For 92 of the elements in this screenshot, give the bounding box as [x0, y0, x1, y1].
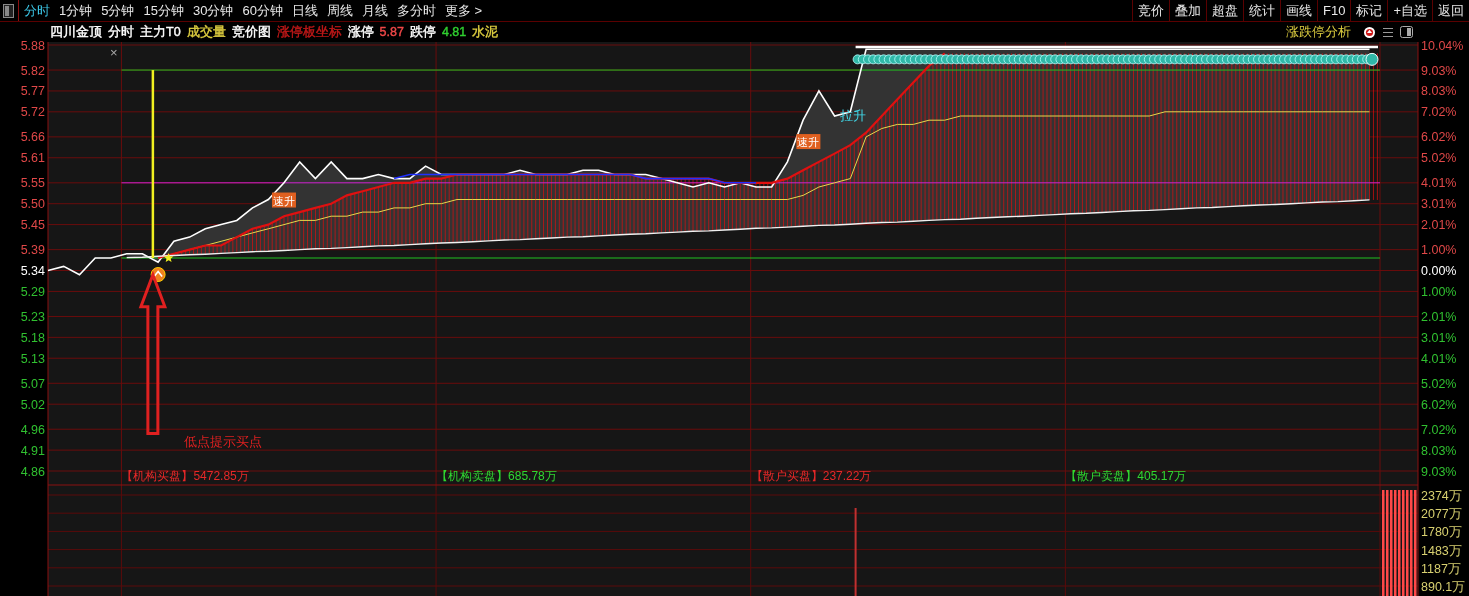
percent-axis-label: 7.02% [1421, 105, 1457, 120]
period-tab[interactable]: 日线 [291, 1, 318, 20]
price-axis-label: 4.86 [20, 464, 45, 479]
period-tab[interactable]: 30分钟 [192, 1, 234, 20]
percent-axis-label: 0.00% [1421, 264, 1457, 279]
period-tab[interactable]: 更多 > [444, 1, 483, 20]
order-flow-label: 【机构买盘】5472.85万 [121, 469, 249, 483]
price-axis-label: 5.66 [20, 130, 45, 145]
toolbar-button[interactable]: 竞价 [1132, 0, 1169, 21]
price-axis-label: 5.39 [20, 243, 45, 258]
volume-axis-label: 2077万 [1421, 507, 1462, 522]
percent-axis-label: 3.01% [1421, 197, 1457, 212]
info-label[interactable]: 成交量 [186, 23, 226, 41]
percent-axis-label: 3.01% [1421, 330, 1457, 345]
percent-axis-label: 2.01% [1421, 218, 1457, 233]
volume-axis-label: 1187万 [1421, 561, 1461, 576]
percent-axis-label: 7.02% [1421, 422, 1457, 437]
volume-axis-label: 890.1万 [1421, 580, 1466, 594]
period-tab[interactable]: 分时 [24, 1, 50, 20]
order-flow-label: 【散户买盘】237.22万 [750, 469, 872, 483]
price-axis-label: 5.72 [20, 105, 45, 120]
toolbar-button[interactable]: 标记 [1350, 0, 1388, 21]
price-axis-label: 5.34 [20, 264, 45, 279]
percent-axis-label: 1.00% [1421, 243, 1457, 258]
info-label[interactable]: 主力T0 [140, 23, 181, 41]
price-axis-label: 5.61 [20, 151, 45, 166]
price-axis-label: 5.29 [20, 284, 45, 299]
toolbar-button[interactable]: 画线 [1280, 0, 1317, 21]
toolbar-button[interactable]: 超盘 [1206, 0, 1243, 21]
price-axis-label: 5.45 [20, 218, 45, 233]
percent-axis-label: 9.03% [1421, 464, 1457, 479]
info-label[interactable]: 涨停 [347, 23, 374, 41]
percent-axis-label: 5.02% [1421, 376, 1457, 391]
info-label[interactable]: 涨停板坐标 [276, 23, 342, 41]
percent-axis-label: 10.04% [1421, 38, 1464, 53]
period-tab[interactable]: 15分钟 [143, 1, 184, 20]
period-tab[interactable]: 周线 [326, 1, 353, 20]
chart-annotation: 拉升 [839, 108, 866, 124]
percent-axis-label: 4.01% [1421, 351, 1457, 366]
volume-axis-label: 1483万 [1421, 543, 1462, 558]
period-tab[interactable]: 5分钟 [101, 1, 135, 20]
info-label[interactable]: 5.87 [379, 25, 404, 39]
price-axis-label: 5.13 [20, 351, 45, 366]
price-axis-label: 5.07 [20, 376, 45, 391]
price-axis-label: 5.50 [20, 197, 45, 212]
percent-axis-label: 1.00% [1421, 284, 1457, 299]
percent-axis-label: 8.03% [1421, 84, 1457, 99]
toolbar-button[interactable]: +自选 [1387, 0, 1432, 21]
percent-axis-label: 6.02% [1421, 130, 1457, 145]
period-tab[interactable]: 月线 [361, 1, 388, 20]
volume-axis-label: 2374万 [1421, 489, 1462, 503]
period-tab[interactable]: 1分钟 [59, 1, 93, 20]
price-axis-label: 4.91 [20, 443, 45, 458]
order-flow-label: 【机构卖盘】685.78万 [436, 469, 557, 483]
info-label[interactable]: 竞价图 [231, 23, 271, 41]
price-axis-label: 4.96 [20, 422, 45, 437]
speed-up-tag: 速升 [796, 134, 821, 150]
info-label[interactable]: 四川金顶 [50, 23, 102, 41]
percent-axis-label: 4.01% [1421, 176, 1457, 191]
price-axis-label: 5.77 [20, 84, 45, 99]
toolbar-button[interactable]: F10 [1317, 0, 1351, 21]
price-axis-label: 5.55 [20, 176, 45, 191]
price-axis-label: 5.23 [20, 309, 45, 324]
price-axis-label: 5.18 [20, 330, 45, 345]
info-label[interactable]: 跌停 [409, 23, 436, 41]
price-axis-label: 5.82 [20, 63, 45, 78]
toolbar-button[interactable]: 叠加 [1169, 0, 1206, 21]
toolbar-button[interactable]: 返回 [1432, 0, 1469, 21]
analysis-link[interactable]: 涨跌停分析 [1286, 23, 1351, 41]
toggle-icon[interactable] [1400, 26, 1413, 38]
chart-annotation: 低点提示买点 [184, 433, 263, 449]
percent-axis-label: 9.03% [1421, 63, 1457, 78]
info-label[interactable]: 分时 [108, 23, 134, 41]
buy-marker-icon [150, 267, 166, 283]
arrow-icon [138, 270, 168, 435]
info-label[interactable]: 水泥 [472, 23, 499, 41]
order-flow-label: 【散户卖盘】405.17万 [1065, 469, 1187, 483]
price-axis-label: 5.02 [20, 397, 45, 412]
close-button[interactable]: × [110, 45, 118, 60]
info-label[interactable]: 4.81 [441, 25, 467, 39]
panel-toggle-icon[interactable] [3, 3, 14, 18]
volume-axis-label: 1780万 [1421, 525, 1462, 540]
up-arrow-icon[interactable] [1363, 25, 1376, 39]
percent-axis-label: 8.03% [1421, 443, 1457, 458]
percent-axis-label: 5.02% [1421, 151, 1457, 166]
percent-axis-label: 2.01% [1421, 309, 1457, 324]
percent-axis-label: 6.02% [1421, 397, 1457, 412]
period-tab[interactable]: 多分时 [396, 1, 436, 20]
period-tab[interactable]: 60分钟 [242, 1, 283, 20]
price-axis-label: 5.88 [20, 38, 45, 53]
menu-icon[interactable] [1382, 26, 1394, 38]
toolbar-button[interactable]: 统计 [1243, 0, 1280, 21]
